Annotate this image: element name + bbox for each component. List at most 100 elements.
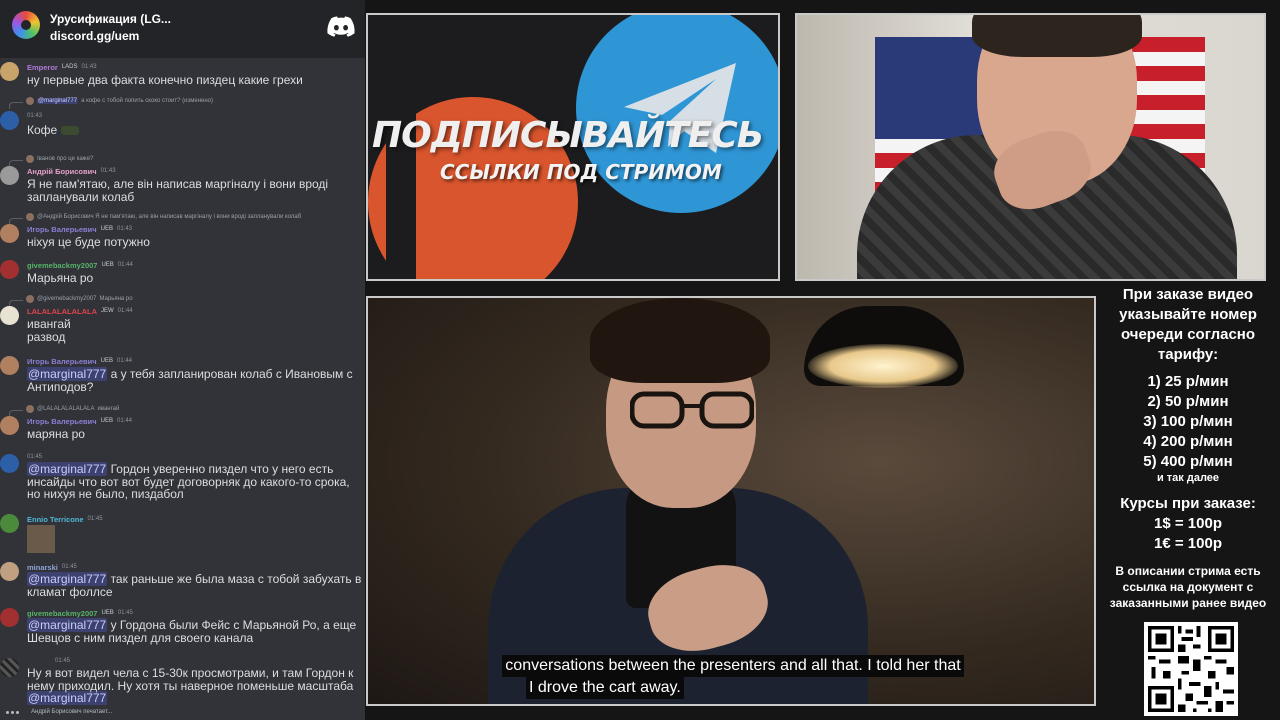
stream-layout: Урусификация (LG... discord.gg/uem Emper… — [0, 0, 1280, 720]
tier-item: 4) 200 р/мин — [1143, 433, 1233, 450]
server-invite-link: discord.gg/uem — [50, 29, 140, 43]
chat-message[interactable]: @Андрій Борисович Я не пам'ятаю, але він… — [0, 212, 365, 250]
timestamp: 01:43 — [81, 64, 97, 70]
user-tag: UEB — [100, 418, 113, 424]
emoji-sticker — [60, 126, 79, 136]
promo-banner: ПОДПИСЫВАЙТЕСЬ ССЫЛКИ ПОД СТРИМОМ — [366, 13, 780, 281]
tier-item: 2) 50 р/мин — [1147, 393, 1229, 410]
reply-preview[interactable]: Іванов про це каже? — [26, 154, 93, 164]
reply-preview[interactable]: @Андрій Борисович Я не пам'ятаю, але він… — [26, 212, 301, 222]
message-list[interactable]: Emperor LADS 01:43 ну первые два факта к… — [0, 58, 365, 706]
reply-avatar — [26, 155, 34, 163]
message-text: Марьяна ро — [27, 271, 94, 285]
username[interactable]: minarski — [27, 563, 58, 572]
avatar — [0, 416, 19, 435]
tier-item: 5) 400 р/мин — [1143, 453, 1233, 470]
chat-message[interactable]: @LALALALALALALA ивангай Игорь Валерьевич… — [0, 404, 365, 442]
avatar — [0, 111, 19, 130]
reply-text: @Андрій Борисович Я не пам'ятаю, але він… — [37, 214, 302, 220]
message-body: @marginal777 так раньше же была маза с т… — [27, 572, 365, 598]
message-text: ніхуя це буде потужно — [27, 235, 150, 249]
message-header: 01:43 — [27, 111, 42, 121]
description-note: В описании стрима есть ссылка на докумен… — [1109, 564, 1267, 610]
username[interactable]: Emperor — [27, 63, 58, 72]
chat-message[interactable]: minarski 01:45 @marginal777 так раньше ж… — [0, 562, 365, 602]
message-text: Ну я вот видел чела с 15-30к просмотрами… — [27, 666, 354, 693]
image-attachment[interactable] — [27, 525, 55, 553]
video-player[interactable]: conversations between the presenters and… — [366, 296, 1096, 706]
subtitle-line-2: I drove the cart away. — [526, 677, 684, 699]
timestamp: 01:43 — [116, 226, 132, 232]
reply-avatar — [26, 97, 34, 105]
message-header: Игорь Валерьевич UEB 01:43 — [27, 224, 132, 234]
message-header: givemebackmy2007 UEB 01:45 — [27, 608, 133, 618]
avatar — [0, 562, 19, 581]
username[interactable]: Игорь Валерьевич — [27, 357, 97, 366]
message-body: @marginal777 а у тебя запланирован колаб… — [27, 367, 365, 393]
timestamp: 01:45 — [117, 610, 133, 616]
video-subtitles: conversations between the presenters and… — [368, 655, 1094, 699]
reply-connector — [9, 102, 23, 109]
timestamp: 01:45 — [55, 658, 71, 664]
reply-avatar — [26, 213, 34, 221]
username[interactable]: givemebackmy2007 — [27, 261, 97, 270]
reply-text: а кофе с тобой попить скоко стоит? (изме… — [81, 98, 214, 104]
chat-message[interactable]: Игорь Валерьевич UEB 01:44 @marginal777 … — [0, 356, 365, 396]
chat-message[interactable]: givemebackmy2007 UEB 01:44 Марьяна ро — [0, 260, 365, 286]
username[interactable]: Андрій Борисович — [27, 167, 97, 176]
typing-dots-icon — [6, 710, 19, 714]
chat-message[interactable]: Emperor LADS 01:43 ну первые два факта к… — [0, 60, 365, 88]
username[interactable]: givemebackmy2007 — [27, 609, 97, 618]
reply-preview[interactable]: @givemebackmy2007 Марьяна ро — [26, 294, 133, 304]
chat-message[interactable]: 01:45 Ну я вот видел чела с 15-30к просм… — [0, 656, 365, 706]
reply-avatar — [26, 295, 34, 303]
avatar — [0, 166, 19, 185]
rates-header: Курсы при заказе: — [1120, 495, 1256, 512]
lamp-light — [808, 344, 958, 388]
chat-message[interactable]: givemebackmy2007 UEB 01:45 @marginal777 … — [0, 608, 365, 648]
timestamp: 01:45 — [87, 516, 103, 522]
message-header: givemebackmy2007 UEB 01:44 — [27, 260, 133, 270]
server-header: Урусификация (LG... discord.gg/uem — [0, 0, 365, 58]
username[interactable]: LALALALALALALA — [27, 307, 97, 316]
message-header: Игорь Валерьевич UEB 01:44 — [27, 416, 132, 426]
timestamp: 01:44 — [116, 358, 132, 364]
server-name: Урусификация (LG... — [50, 12, 171, 26]
username[interactable]: Ennio Terricone — [27, 515, 84, 524]
reply-preview[interactable]: @marginal777 а кофе с тобой попить скоко… — [26, 96, 213, 106]
webcam-feed — [795, 13, 1266, 281]
chat-message[interactable]: @marginal777 а кофе с тобой попить скоко… — [0, 96, 365, 144]
message-header: minarski 01:45 — [27, 562, 77, 572]
reply-user: @LALALALALALALA — [37, 406, 95, 412]
avatar — [0, 260, 19, 279]
order-info-panel: При заказе видео указывайте номер очеред… — [1096, 285, 1280, 720]
message-text: маряна ро — [27, 427, 85, 441]
chat-message[interactable]: Ennio Terricone 01:45 — [0, 514, 365, 554]
message-header: 01:45 — [27, 452, 42, 462]
reply-preview[interactable]: @LALALALALALALA ивангай — [26, 404, 119, 414]
chat-message[interactable]: @givemebackmy2007 Марьяна ро LALALALALAL… — [0, 294, 365, 346]
tier-item: 3) 100 р/мин — [1143, 413, 1233, 430]
mention[interactable]: @marginal777 — [27, 691, 108, 705]
glasses-icon — [630, 391, 754, 429]
reply-avatar — [26, 405, 34, 413]
message-header: Ennio Terricone 01:45 — [27, 514, 103, 524]
avatar — [0, 224, 19, 243]
tier-etc: и так далее — [1156, 472, 1220, 484]
message-body: @marginal777 у Гордона были Фейс с Марья… — [27, 618, 365, 644]
typing-text: Андрій Борисович печатает... — [31, 709, 113, 715]
chat-message[interactable]: 01:45 @marginal777 Гордон уверенно пизде… — [0, 452, 365, 504]
message-header: LALALALALALALA JEW 01:44 — [27, 306, 133, 316]
timestamp: 01:43 — [27, 113, 43, 119]
message-body: @marginal777 Гордон уверенно пиздел что … — [27, 462, 365, 501]
reply-user: @givemebackmy2007 — [37, 296, 97, 302]
chat-message[interactable]: Іванов про це каже? Андрій Борисович 01:… — [0, 154, 365, 204]
message-header: Андрій Борисович 01:43 — [27, 166, 116, 176]
username[interactable]: Игорь Валерьевич — [27, 417, 97, 426]
username[interactable]: Игорь Валерьевич — [27, 225, 97, 234]
streamer-hair — [972, 15, 1142, 57]
avatar — [0, 608, 19, 627]
message-text: Кофе — [27, 123, 58, 137]
typing-indicator: Андрій Борисович печатает... — [6, 709, 112, 715]
promo-subtitle: ССЫЛКИ ПОД СТРИМОМ — [440, 160, 722, 184]
